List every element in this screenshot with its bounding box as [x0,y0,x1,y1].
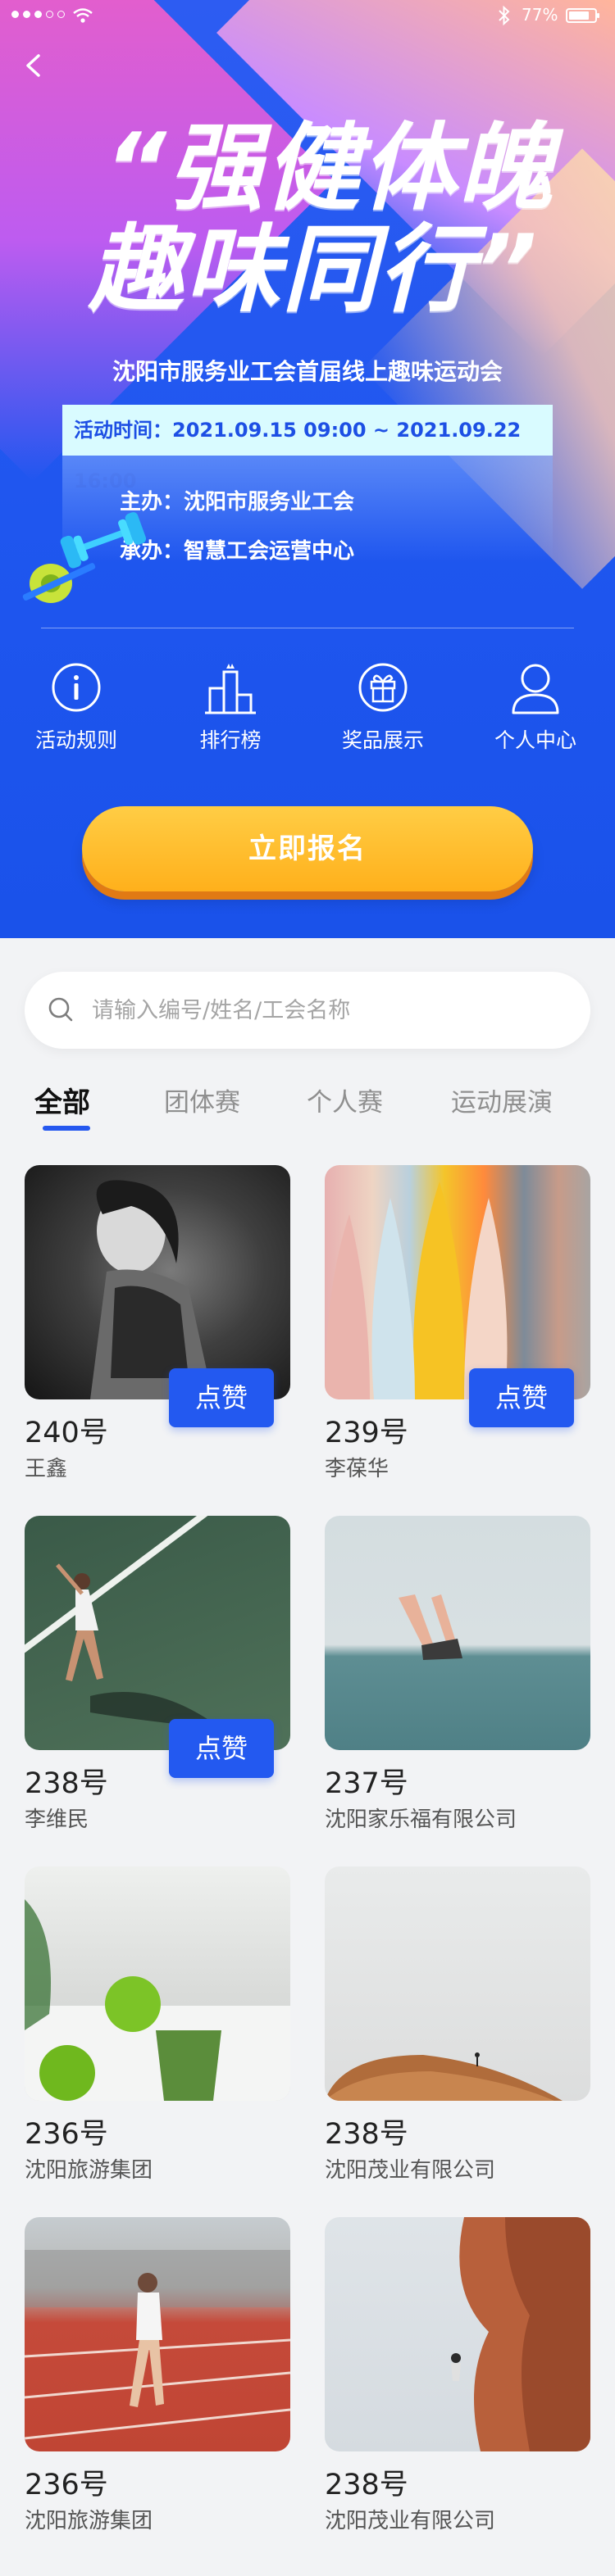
active-tab-indicator [43,1126,90,1131]
nav-leaderboard[interactable]: 排行榜 [169,660,292,767]
back-icon[interactable] [18,49,51,82]
entry-name: 李维民 [25,1807,89,1832]
entry-name: 王鑫 [25,1457,68,1481]
entry-number: 237号 [325,1767,408,1800]
entry-photo [325,1866,590,2101]
entry-number: 239号 [325,1417,408,1449]
nav-prizes[interactable]: 奖品展示 [321,660,444,767]
entry-name: 沈阳茂业有限公司 [325,2158,496,2183]
search-icon [48,997,73,1022]
hero-title-line-2: 趣味同行” [89,215,539,325]
entry-name: 沈阳旅游集团 [25,2509,153,2533]
entry-card[interactable]: 238号 沈阳茂业有限公司 [325,1866,590,2211]
entry-photo [25,1866,290,2101]
entry-photo [25,1516,290,1750]
entry-photo [325,1165,590,1399]
entry-number: 238号 [325,2469,408,2501]
dumbbell-icon [22,512,147,603]
nav-rules-label: 活动规则 [34,728,117,752]
entry-number: 240号 [25,1417,108,1449]
gift-icon [358,663,408,712]
signup-button[interactable]: 立即报名 [82,806,533,891]
entry-name: 沈阳旅游集团 [25,2158,153,2183]
nav-profile-label: 个人中心 [494,728,576,752]
category-tabs: 全部 团体赛 个人赛 运动展演 [0,1073,615,1139]
nav-rules[interactable]: 活动规则 [15,660,138,767]
hero-title-line-1: “强健体魄 [105,113,555,224]
nav-prizes-label: 奖品展示 [341,728,424,752]
nav-profile[interactable]: 个人中心 [474,660,597,767]
tab-individual[interactable]: 个人赛 [307,1082,383,1118]
entry-number: 238号 [25,1767,108,1800]
entry-card[interactable]: 238号 沈阳茂业有限公司 [325,2217,590,2561]
entry-card[interactable]: 236号 沈阳旅游集团 [25,1866,290,2211]
entry-photo [325,2217,590,2451]
like-button[interactable]: 点赞 [469,1368,574,1427]
tab-performance[interactable]: 运动展演 [451,1082,553,1118]
nav-leaderboard-label: 排行榜 [199,728,262,752]
entry-name: 李葆华 [325,1457,390,1481]
status-bar: 77% [0,0,615,33]
tab-team[interactable]: 团体赛 [164,1082,240,1118]
like-button[interactable]: 点赞 [169,1368,274,1427]
search-input[interactable] [90,972,566,1049]
entry-card[interactable]: 237号 沈阳家乐福有限公司 [325,1516,590,1860]
entry-card[interactable]: 236号 沈阳旅游集团 [25,2217,290,2561]
info-icon [52,663,101,712]
like-button[interactable]: 点赞 [169,1719,274,1778]
signal-icon [11,11,65,18]
quick-nav: 活动规则 排行榜 奖品展示 个人中心 [0,660,615,767]
podium-icon [205,664,256,714]
entry-card[interactable]: 240号 王鑫 点赞 [25,1165,290,1509]
tab-all[interactable]: 全部 [34,1080,90,1120]
battery-icon [566,8,599,23]
event-time: 活动时间：2021.09.15 09:00 ~ 2021.09.22 16:00 [62,405,553,492]
entry-photo [25,2217,290,2451]
entry-photo [325,1516,590,1750]
entry-card[interactable]: 239号 李葆华 点赞 [325,1165,590,1509]
entry-name: 沈阳茂业有限公司 [325,2509,496,2533]
entry-photo [25,1165,290,1399]
wifi-icon [73,8,93,23]
entry-number: 238号 [325,2118,408,2151]
event-subtitle: 沈阳市服务业工会首届线上趣味运动会 [112,358,503,385]
search-bar [25,972,590,1049]
entry-card[interactable]: 238号 李维民 点赞 [25,1516,290,1860]
hero-banner: 77% “强健体魄 趣味同行” 沈阳市服务业工会首届线上趣味运动会 活动时间：2… [0,0,615,938]
entry-number: 236号 [25,2118,108,2151]
user-icon [512,664,559,714]
entry-number: 236号 [25,2469,108,2501]
entry-name: 沈阳家乐福有限公司 [325,1807,517,1832]
bluetooth-icon [499,5,510,26]
battery-percent: 77% [522,5,558,25]
